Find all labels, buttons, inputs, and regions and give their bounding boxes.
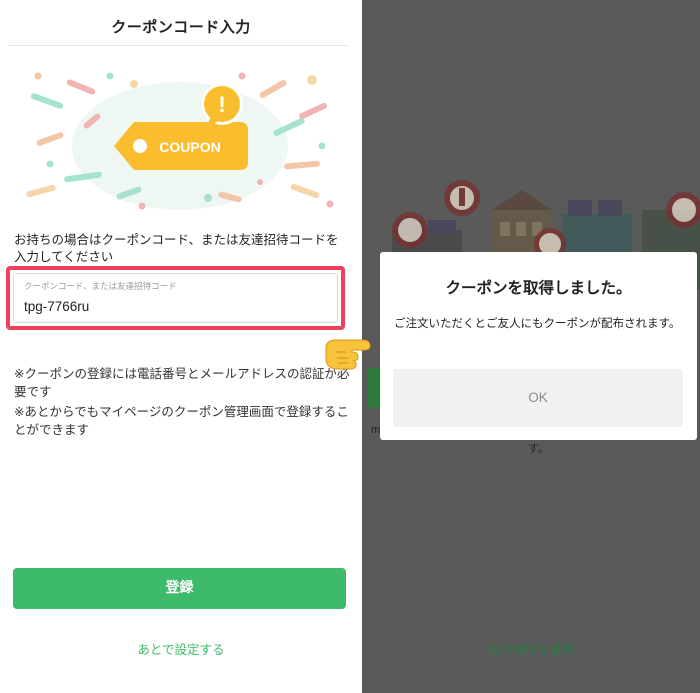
page-title: クーポンコード入力	[111, 18, 251, 36]
ok-button[interactable]: OK	[393, 369, 683, 427]
instruction-text: お持ちの場合はクーポンコード、または友達招待コードを入力してください	[14, 232, 339, 264]
register-button[interactable]: 登録	[13, 568, 346, 609]
header-divider	[8, 45, 348, 46]
coupon-input-screen: クーポンコード入力 COUPON ! お持ちの場合はクーポンコード、または友達招…	[0, 0, 362, 693]
coupon-tag-icon: COUPON	[114, 122, 248, 170]
background-text: m	[371, 424, 381, 436]
dialog-message: ご注文いただくとご友人にもクーポンが配布されます。	[394, 316, 681, 330]
svg-text:COUPON: COUPON	[159, 139, 220, 155]
note-phone-verification: ※クーポンの登録には電話番号とメールアドレスの認証が必要です	[14, 366, 350, 399]
coupon-code-input[interactable]: クーポンコード、または友達招待コード tpg-7766ru	[13, 273, 338, 323]
select-other-location-link: 他の場所を選択	[487, 642, 575, 657]
header: クーポンコード入力	[0, 0, 362, 46]
background-text-end: す。	[528, 442, 549, 455]
note-register-later: ※あとからでもマイページのクーポン管理画面で登録することができます	[14, 404, 349, 437]
svg-text:!: !	[218, 92, 225, 117]
coupon-illustration: COUPON !	[26, 72, 334, 210]
pointing-hand-icon	[325, 339, 371, 370]
input-label: クーポンコード、または友達招待コード	[24, 282, 177, 292]
set-later-link[interactable]: あとで設定する	[0, 639, 362, 658]
notes: ※クーポンの登録には電話番号とメールアドレスの認証が必要です ※あとからでもマイ…	[14, 365, 352, 441]
coupon-acquired-dialog: クーポンを取得しました。 ご注文いただくとご友人にもクーポンが配布されます。 O…	[380, 252, 697, 440]
dialog-title: クーポンを取得しました。	[445, 279, 632, 297]
input-value[interactable]: tpg-7766ru	[24, 299, 89, 314]
